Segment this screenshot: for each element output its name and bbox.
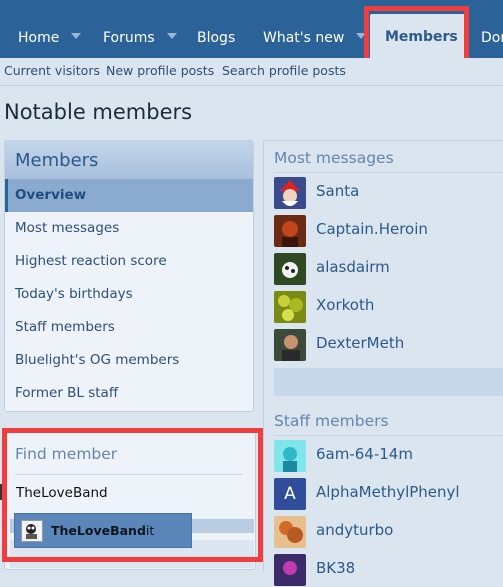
nav-blogs-label: Blogs: [197, 30, 236, 46]
page-title: Notable members: [4, 100, 193, 124]
avatar: A: [274, 478, 306, 510]
most-messages-title: Most messages: [274, 149, 394, 167]
divider: [15, 474, 243, 475]
sidebar-item-overview[interactable]: Overview: [5, 179, 253, 212]
member-name[interactable]: BK38: [316, 559, 355, 577]
staff-members-title: Staff members: [274, 412, 389, 430]
sidebar-item-most-messages[interactable]: Most messages: [5, 212, 253, 245]
member-row[interactable]: 6am-64-14m: [274, 440, 503, 473]
sub-navigation: Current visitors New profile posts Searc…: [0, 58, 503, 86]
nav-members-label: Members: [385, 29, 458, 45]
avatar: [274, 253, 306, 285]
chevron-down-icon[interactable]: [166, 33, 177, 39]
nav-item-forums[interactable]: Forums: [103, 18, 177, 58]
avatar: [274, 329, 306, 361]
divider: [274, 435, 503, 436]
nav-item-whats-new[interactable]: What's new: [263, 18, 367, 58]
avatar: [274, 177, 306, 209]
member-row[interactable]: Captain.Heroin: [274, 215, 503, 248]
member-row[interactable]: andyturbo: [274, 516, 503, 549]
members-sidebar: Members Overview Most messages Highest r…: [4, 140, 254, 412]
nav-whats-new-label: What's new: [263, 30, 345, 46]
member-name[interactable]: Captain.Heroin: [316, 220, 428, 238]
member-row[interactable]: alasdairm: [274, 253, 503, 286]
suggestion-match: TheLoveBand: [51, 523, 146, 538]
subnav-search-profile-posts[interactable]: Search profile posts: [222, 63, 346, 78]
sidebar-item-todays-birthdays[interactable]: Today's birthdays: [5, 278, 253, 311]
nav-truncated-label: Dor: [481, 30, 503, 46]
sidebar-item-former-staff[interactable]: Former BL staff: [5, 377, 253, 410]
autocomplete-suggestion[interactable]: TheLoveBandit: [14, 513, 192, 548]
suggestion-rest: it: [145, 523, 155, 538]
member-name[interactable]: andyturbo: [316, 521, 393, 539]
avatar: [274, 440, 306, 472]
member-name[interactable]: AlphaMethylPhenyl: [316, 483, 460, 501]
sidebar-item-staff-members[interactable]: Staff members: [5, 311, 253, 344]
avatar: [274, 215, 306, 247]
member-name[interactable]: alasdairm: [316, 258, 390, 276]
find-member-title: Find member: [15, 445, 118, 463]
sidebar-item-og-members[interactable]: Bluelight's OG members: [5, 344, 253, 377]
avatar: [21, 520, 43, 542]
avatar: [274, 516, 306, 548]
member-name[interactable]: Xorkoth: [316, 296, 374, 314]
find-member-input[interactable]: TheLoveBand: [16, 478, 240, 508]
avatar: [274, 291, 306, 323]
member-row[interactable]: DexterMeth: [274, 329, 503, 362]
text-cursor: [0, 484, 2, 500]
subnav-current-visitors[interactable]: Current visitors: [4, 63, 100, 78]
divider: [274, 172, 503, 173]
nav-item-blogs[interactable]: Blogs: [197, 18, 235, 58]
nav-item-home[interactable]: Home: [18, 18, 82, 58]
view-more-bar[interactable]: [274, 368, 503, 396]
subnav-new-profile-posts[interactable]: New profile posts: [106, 63, 214, 78]
chevron-down-icon[interactable]: [356, 33, 367, 39]
suggestion-label: TheLoveBandit: [51, 523, 154, 538]
member-name[interactable]: Santa: [316, 182, 359, 200]
avatar: [274, 554, 306, 586]
nav-forums-label: Forums: [103, 30, 155, 46]
member-row[interactable]: Xorkoth: [274, 291, 503, 324]
member-row[interactable]: Santa: [274, 177, 503, 210]
member-name[interactable]: DexterMeth: [316, 334, 404, 352]
members-block-title: Members: [5, 141, 253, 179]
nav-home-label: Home: [18, 30, 60, 46]
member-row[interactable]: A AlphaMethylPhenyl: [274, 478, 503, 511]
nav-item-truncated[interactable]: Dor: [481, 18, 503, 58]
chevron-down-icon[interactable]: [71, 33, 82, 39]
sidebar-item-highest-reaction-score[interactable]: Highest reaction score: [5, 245, 253, 278]
member-name[interactable]: 6am-64-14m: [316, 445, 413, 463]
